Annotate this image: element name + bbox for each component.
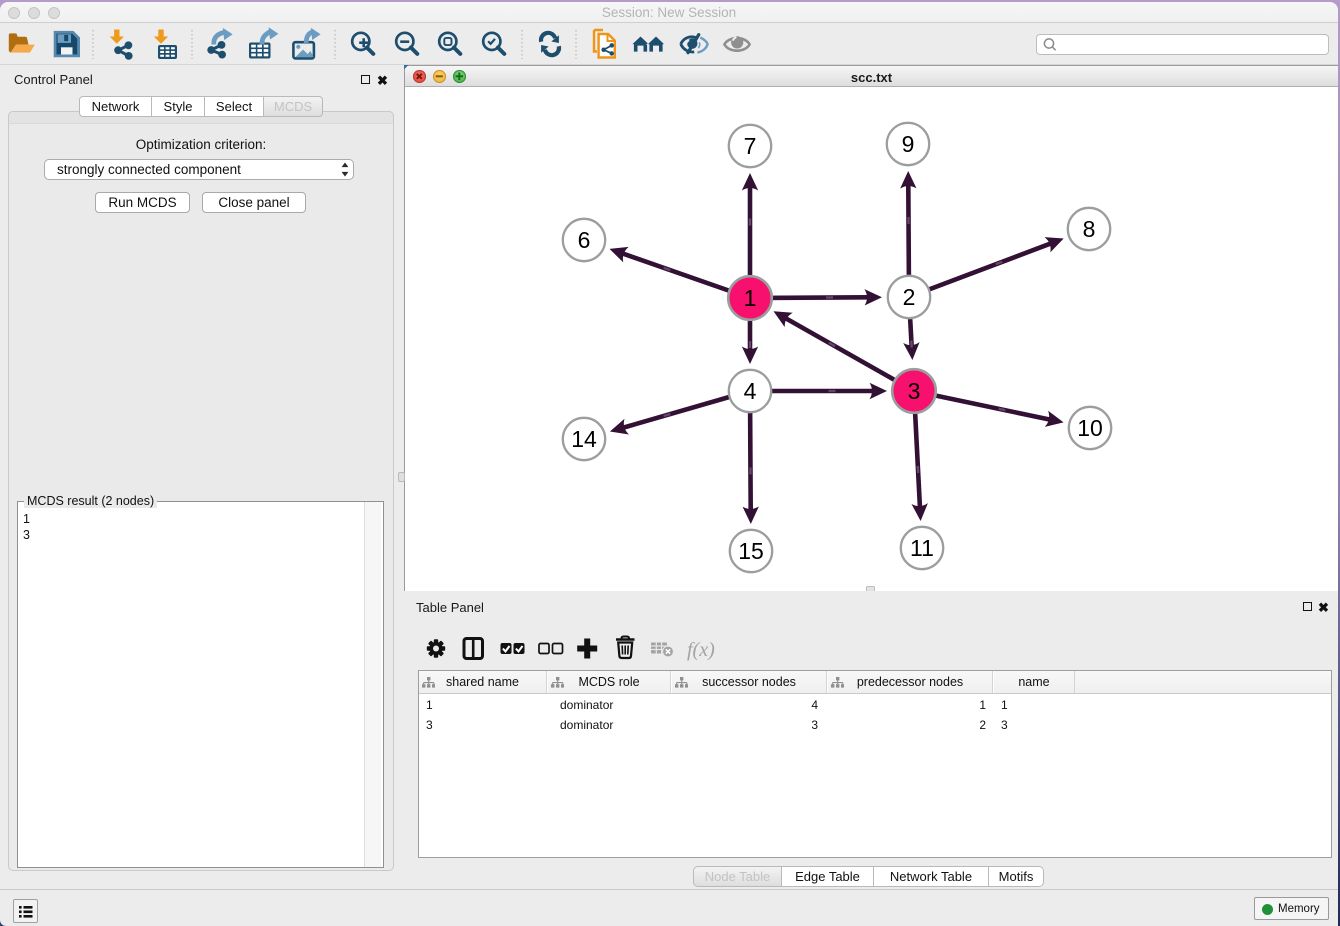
svg-text:f(x): f(x) bbox=[687, 639, 715, 661]
